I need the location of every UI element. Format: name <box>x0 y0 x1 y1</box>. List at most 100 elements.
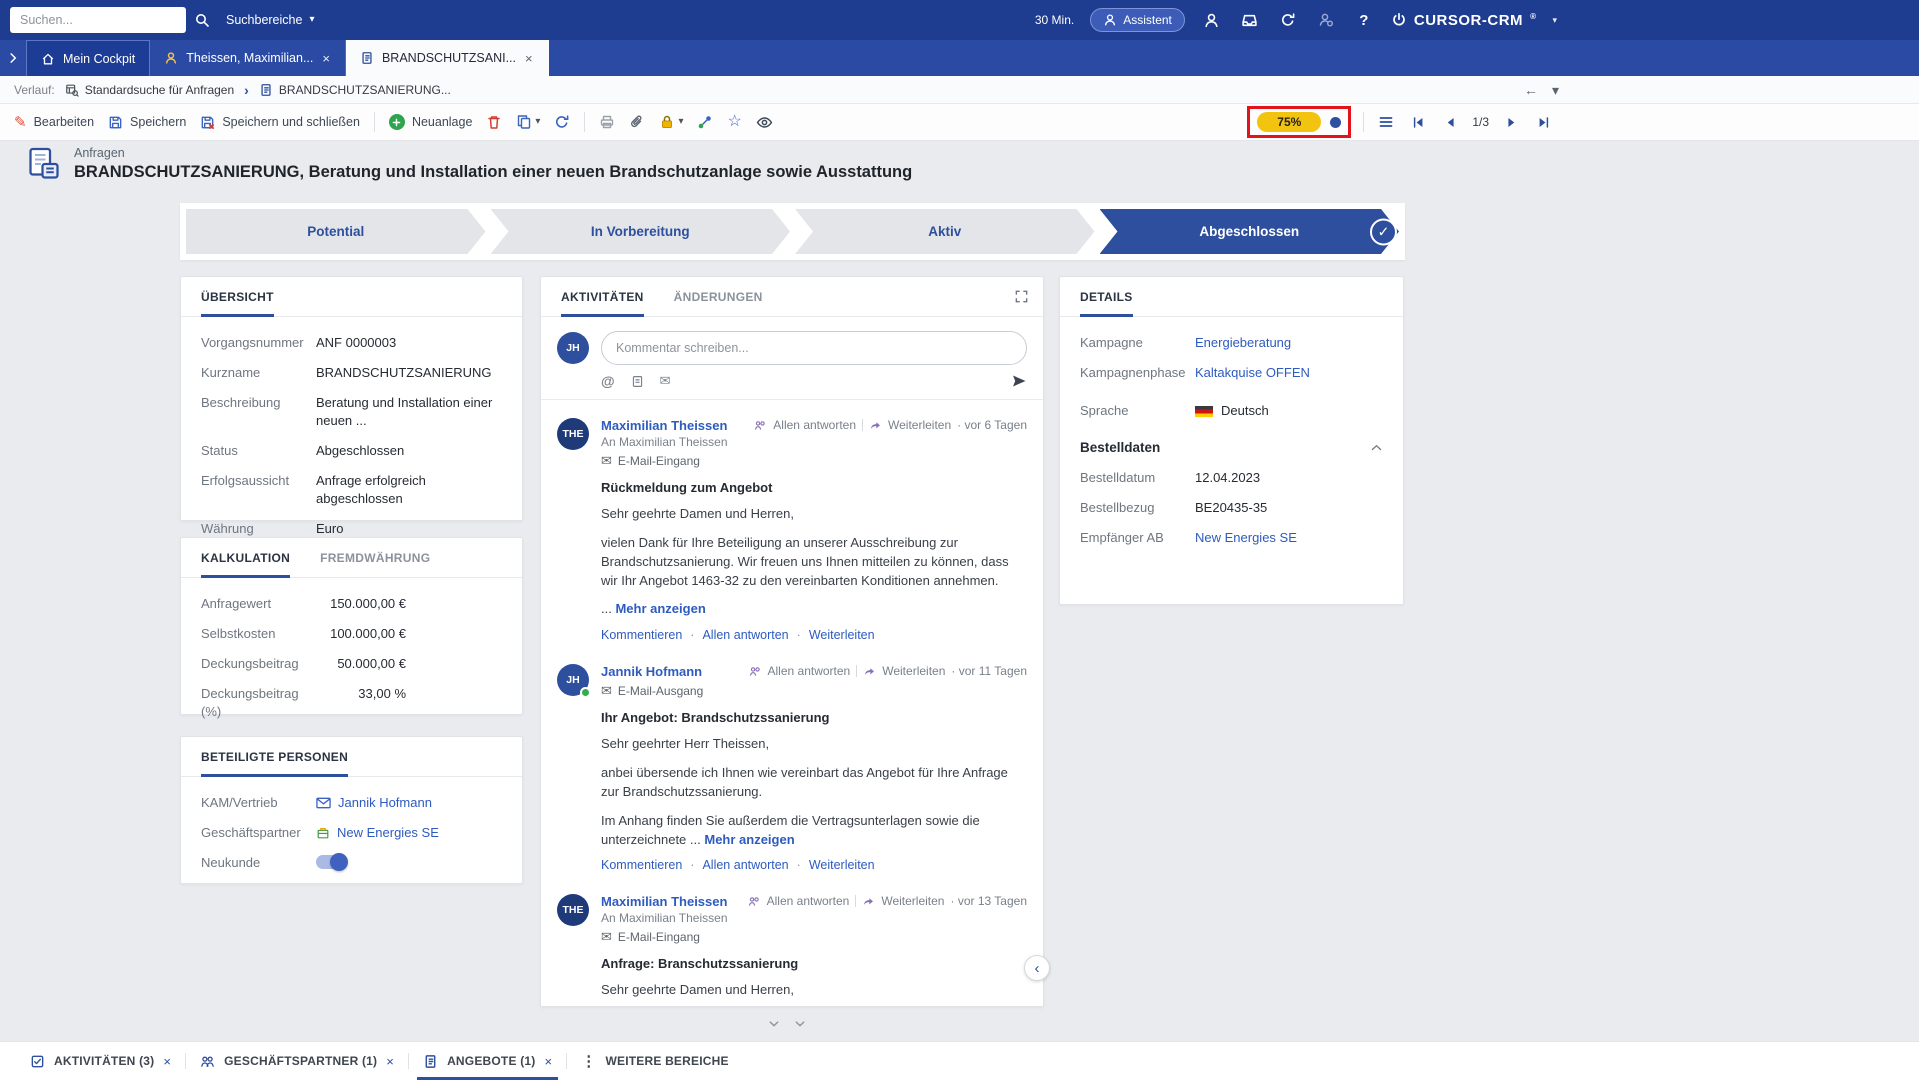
reply-all-link[interactable]: Allen antworten <box>682 858 788 872</box>
neukunde-toggle[interactable] <box>316 855 346 869</box>
next-record-button[interactable] <box>1501 116 1521 129</box>
stage-abgeschlossen[interactable]: Abgeschlossen <box>1100 209 1400 254</box>
close-icon[interactable]: × <box>544 1054 552 1069</box>
new-record-button[interactable]: Neuanlage <box>389 114 472 130</box>
close-icon[interactable]: × <box>524 51 534 66</box>
collapse-panel-button[interactable]: ‹ <box>1024 955 1050 981</box>
bottom-tab-geschaeftspartner[interactable]: GESCHÄFTSPARTNER (1) × <box>186 1042 408 1080</box>
forward-link[interactable]: Weiterleiten <box>789 858 875 872</box>
user-button[interactable] <box>1201 9 1223 31</box>
reply-all-action[interactable]: Allen antworten <box>773 418 856 432</box>
send-comment-button[interactable] <box>1011 373 1027 389</box>
attachment-button[interactable] <box>629 114 645 130</box>
partner-link[interactable]: New Energies SE <box>316 824 439 842</box>
edit-button[interactable]: ✎Bearbeiten <box>14 113 94 131</box>
chevron-down-icon[interactable]: ▾ <box>1552 15 1557 26</box>
save-button[interactable]: Speichern <box>108 115 186 130</box>
search-icon[interactable] <box>194 12 210 28</box>
menu-button[interactable] <box>1376 114 1396 130</box>
search-areas-button[interactable]: Suchbereiche ▾ <box>226 13 314 27</box>
close-icon[interactable]: × <box>321 51 331 66</box>
partners-icon <box>200 1054 215 1069</box>
close-icon[interactable]: × <box>386 1054 394 1069</box>
reply-all-action[interactable]: Allen antworten <box>768 664 851 678</box>
entry-body: Sehr geehrte Damen und Herren, <box>601 505 1027 524</box>
task-icon[interactable] <box>631 375 644 388</box>
tab-record-brandschutzsanierung[interactable]: BRANDSCHUTZSANI... × <box>346 40 549 76</box>
author-link[interactable]: Jannik Hofmann <box>601 664 702 679</box>
tab-uebersicht[interactable]: ÜBERSICHT <box>201 277 274 316</box>
assistant-label: Assistent <box>1123 13 1172 27</box>
author-link[interactable]: Maximilian Theissen <box>601 894 727 909</box>
first-record-button[interactable] <box>1408 116 1428 129</box>
comment-link[interactable]: Kommentieren <box>601 628 682 642</box>
tab-fremdwaehrung[interactable]: FREMDWÄHRUNG <box>320 538 430 577</box>
search-list-icon <box>65 83 79 97</box>
last-record-button[interactable] <box>1533 116 1553 129</box>
expand-button[interactable] <box>1014 289 1029 304</box>
assistant-button[interactable]: Assistent <box>1090 8 1185 32</box>
bottom-tab-angebote[interactable]: ANGEBOTE (1) × <box>409 1042 566 1080</box>
show-more-link[interactable]: Mehr anzeigen <box>704 832 794 847</box>
workflow-button[interactable] <box>697 114 713 130</box>
show-more-link[interactable]: Mehr anzeigen <box>615 601 705 616</box>
forward-icon <box>862 895 875 908</box>
author-link[interactable]: Maximilian Theissen <box>601 418 727 433</box>
inbox-button[interactable] <box>1239 9 1261 31</box>
forward-action[interactable]: Weiterleiten <box>881 894 944 908</box>
mail-icon[interactable]: ✉ <box>660 373 671 389</box>
campaign-link[interactable]: Energieberatung <box>1195 334 1291 352</box>
reply-all-link[interactable]: Allen antworten <box>682 628 788 642</box>
order-recipient-link[interactable]: New Energies SE <box>1195 529 1297 547</box>
entry-recipient: An Maximilian Theissen <box>601 911 1027 925</box>
bottom-tab-weitere-bereiche[interactable]: ⋮ WEITERE BEREICHE <box>567 1042 742 1080</box>
print-button[interactable] <box>599 114 615 130</box>
tab-contact-theissen[interactable]: Theissen, Maximilian... × <box>150 40 346 76</box>
refresh-button[interactable] <box>554 114 570 130</box>
tabs-overflow-button[interactable] <box>0 40 26 76</box>
redo-button[interactable] <box>1277 9 1299 31</box>
forward-link[interactable]: Weiterleiten <box>789 628 875 642</box>
tab-details[interactable]: DETAILS <box>1080 277 1133 316</box>
comment-link[interactable]: Kommentieren <box>601 858 682 872</box>
breadcrumb-item-search[interactable]: Standardsuche für Anfragen <box>65 83 234 97</box>
breadcrumb-item-record[interactable]: BRANDSCHUTZSANIERUNG... <box>259 83 451 97</box>
delete-button[interactable] <box>486 114 502 130</box>
mention-icon[interactable]: @ <box>601 373 615 389</box>
close-icon[interactable]: × <box>163 1054 171 1069</box>
bottom-tab-aktivitaeten[interactable]: AKTIVITÄTEN (3) × <box>16 1042 185 1080</box>
tab-beteiligte-personen[interactable]: BETEILIGTE PERSONEN <box>201 737 348 776</box>
reply-all-action[interactable]: Allen antworten <box>767 894 850 908</box>
tab-mein-cockpit[interactable]: Mein Cockpit <box>26 40 150 76</box>
stage-in-vorbereitung[interactable]: In Vorbereitung <box>491 209 791 254</box>
save-close-button[interactable]: Speichern und schließen <box>200 115 360 130</box>
tab-aktivitaeten[interactable]: AKTIVITÄTEN <box>561 277 644 316</box>
previous-record-button[interactable] <box>1440 116 1460 129</box>
favorite-button[interactable]: ☆ <box>727 114 741 130</box>
tab-kalkulation[interactable]: KALKULATION <box>201 538 290 577</box>
stage-aktiv[interactable]: Aktiv <box>795 209 1095 254</box>
search-input[interactable] <box>10 7 186 33</box>
chevron-up-icon[interactable] <box>1370 441 1383 454</box>
campaign-phase-link[interactable]: Kaltakquise OFFEN <box>1195 364 1310 382</box>
scroll-down-button[interactable] <box>765 1016 783 1032</box>
comment-input[interactable] <box>601 331 1027 365</box>
forward-action[interactable]: Weiterleiten <box>882 664 945 678</box>
process-stage-bar: Potential In Vorbereitung Aktiv Abgeschl… <box>180 203 1405 260</box>
back-icon[interactable]: ← <box>1524 82 1538 98</box>
tab-aenderungen[interactable]: ÄNDERUNGEN <box>674 277 763 316</box>
stage-potential[interactable]: Potential <box>186 209 486 254</box>
copy-button[interactable]: ▾ <box>516 114 540 130</box>
account-settings-button[interactable] <box>1315 9 1337 31</box>
chevron-down-icon <box>794 1018 806 1030</box>
record-pager: 1/3 <box>1472 115 1489 129</box>
chevron-down-icon[interactable]: ▾ <box>1552 83 1559 97</box>
help-button[interactable]: ? <box>1353 9 1375 31</box>
avatar: JH <box>557 332 589 364</box>
forward-action[interactable]: Weiterleiten <box>888 418 951 432</box>
visibility-button[interactable] <box>756 114 773 131</box>
scroll-down-button[interactable] <box>791 1016 809 1032</box>
persons-card: BETEILIGTE PERSONEN KAM/Vertrieb Jannik … <box>180 736 523 884</box>
kam-link[interactable]: Jannik Hofmann <box>316 794 432 812</box>
lock-button[interactable]: ▾ <box>659 114 683 130</box>
